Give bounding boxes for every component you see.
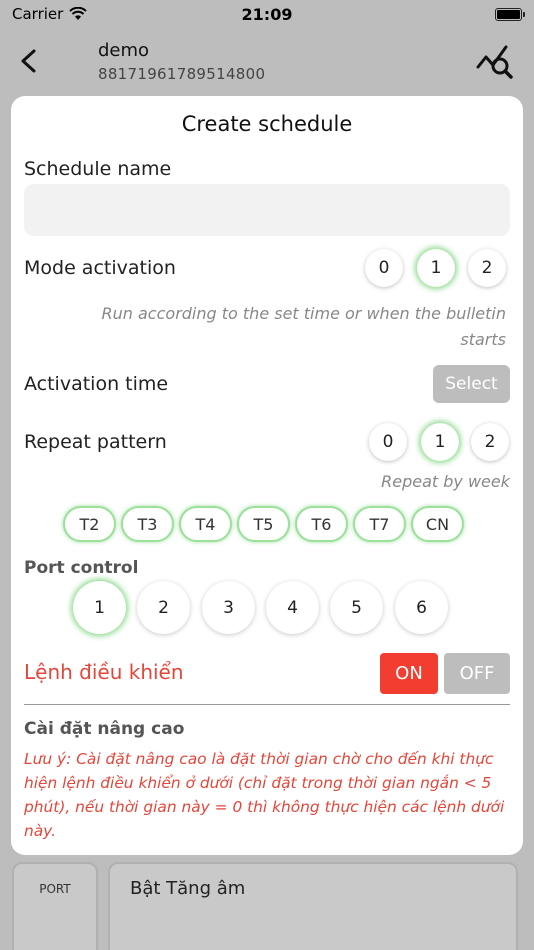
repeat-option-0[interactable]: 0 (369, 423, 407, 461)
mode-activation-label: Mode activation (24, 257, 176, 279)
port-control-label: Port control (24, 558, 139, 578)
battery-icon (495, 7, 525, 21)
status-left: Carrier (12, 5, 88, 23)
wifi-icon (69, 7, 88, 20)
command-label: Lệnh điều khiển (24, 660, 184, 684)
advanced-settings-label: Cài đặt nâng cao (24, 719, 185, 739)
port-option-3[interactable]: 3 (202, 581, 255, 634)
schedule-card-title: Bật Tăng âm (130, 878, 246, 899)
day-pill-t7[interactable]: T7 (353, 506, 406, 542)
schedule-name-label: Schedule name (24, 158, 172, 180)
analytics-search-icon[interactable] (476, 43, 516, 81)
day-pill-t5[interactable]: T5 (237, 506, 290, 542)
port-option-4[interactable]: 4 (266, 581, 319, 634)
day-pill-t4[interactable]: T4 (179, 506, 232, 542)
on-button[interactable]: ON (380, 653, 438, 694)
activation-time-label: Activation time (24, 373, 169, 395)
select-time-button[interactable]: Select (433, 365, 510, 403)
port-option-1[interactable]: 1 (73, 581, 126, 634)
device-name: demo (98, 40, 150, 61)
repeat-pattern-label: Repeat pattern (24, 431, 167, 453)
repeat-option-1[interactable]: 1 (421, 423, 459, 461)
port-option-5[interactable]: 5 (330, 581, 383, 634)
header: demo 8817196178951480​0 (0, 28, 534, 98)
mode-hint-line1: Run according to the set time or when th… (101, 304, 506, 323)
mode-option-0[interactable]: 0 (365, 249, 403, 287)
schedule-name-input[interactable] (24, 184, 510, 236)
advanced-settings-note: Lưu ý: Cài đặt nâng cao là đặt thời gian… (24, 750, 505, 840)
day-pill-t3[interactable]: T3 (121, 506, 174, 542)
modal-title: Create schedule (181, 112, 353, 136)
day-pill-cn[interactable]: CN (411, 506, 464, 542)
create-schedule-modal: Create schedule Schedule name Mode activ… (11, 96, 523, 855)
mode-option-2[interactable]: 2 (468, 249, 506, 287)
repeat-hint: Repeat by week (381, 472, 510, 491)
day-pill-t6[interactable]: T6 (295, 506, 348, 542)
back-arrow-icon[interactable] (14, 46, 44, 76)
status-bar: Carrier 21:09 (0, 0, 534, 28)
port-card-label: PORT (39, 882, 71, 896)
port-option-2[interactable]: 2 (137, 581, 190, 634)
port-option-6[interactable]: 6 (395, 581, 448, 634)
repeat-option-2[interactable]: 2 (471, 423, 509, 461)
mode-option-1[interactable]: 1 (417, 249, 455, 287)
carrier-label: Carrier (12, 5, 64, 23)
device-id: 8817196178951480​0 (98, 65, 266, 83)
schedule-card: Bật Tăng âm (108, 862, 518, 950)
mode-hint-line2: starts (460, 330, 506, 349)
day-pill-t2[interactable]: T2 (63, 506, 116, 542)
off-button[interactable]: OFF (444, 653, 510, 694)
port-card: PORT (12, 862, 98, 950)
divider (24, 704, 510, 705)
